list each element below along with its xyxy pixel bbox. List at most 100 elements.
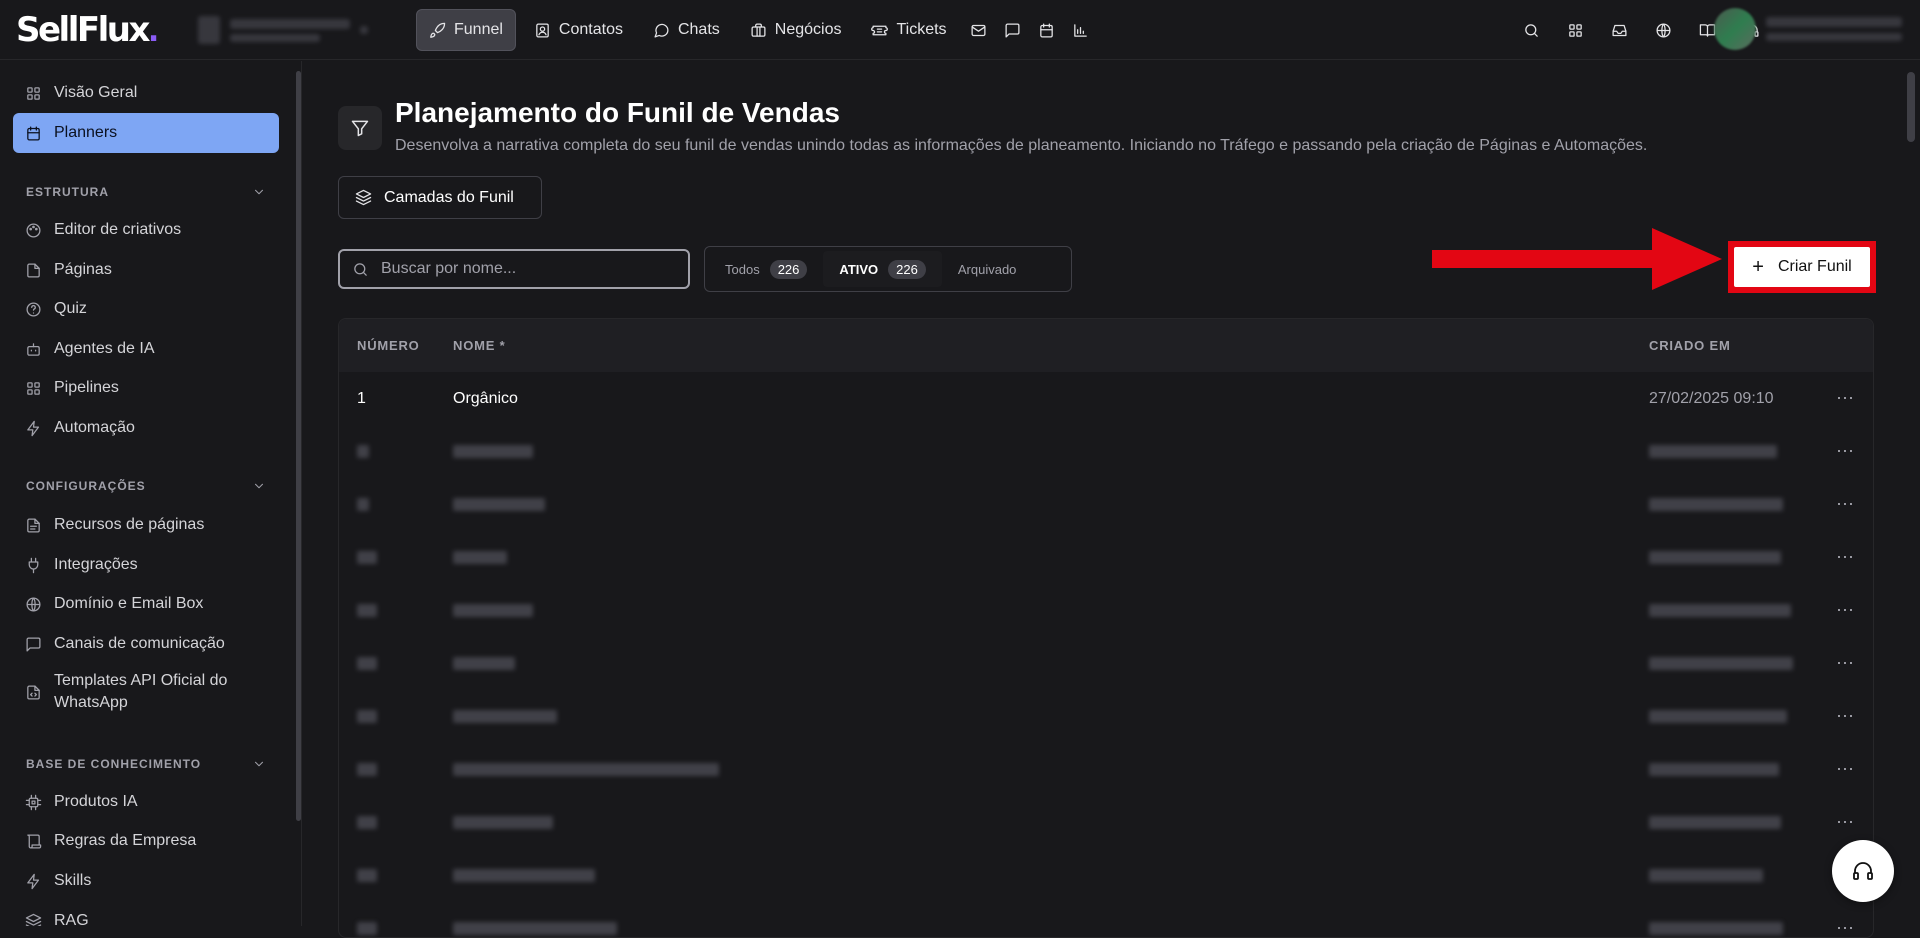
column-header-number[interactable]: NÚMERO bbox=[357, 338, 420, 353]
nav-funnel[interactable]: Funnel bbox=[416, 9, 516, 51]
nav-negocios-label: Negócios bbox=[774, 21, 842, 38]
nav-tickets[interactable]: Tickets bbox=[859, 9, 958, 51]
sidebar-item-skills[interactable]: Skills bbox=[13, 861, 279, 901]
sidebar-item-integracoes[interactable]: Integrações bbox=[13, 545, 279, 585]
section-title: CONFIGURAÇÕES bbox=[26, 479, 146, 493]
headset-icon bbox=[1853, 862, 1873, 880]
search-input[interactable] bbox=[381, 260, 671, 278]
table-row[interactable]: ⋯ bbox=[339, 637, 1873, 690]
camadas-funil-label: Camadas do Funil bbox=[384, 188, 514, 206]
apps-button[interactable] bbox=[1564, 15, 1586, 45]
more-icon[interactable]: ⋯ bbox=[1836, 706, 1855, 727]
red-arrow-annotation bbox=[1432, 228, 1722, 290]
sidebar-item-paginas[interactable]: Páginas bbox=[13, 250, 279, 290]
sidebar-item-quiz[interactable]: Quiz bbox=[13, 289, 279, 329]
sidebar-item-pipelines[interactable]: Pipelines bbox=[13, 368, 279, 408]
sidebar-item-label: Pipelines bbox=[54, 379, 119, 396]
main-scrollbar[interactable] bbox=[1907, 72, 1915, 142]
more-icon[interactable]: ⋯ bbox=[1836, 918, 1855, 937]
more-icon[interactable]: ⋯ bbox=[1836, 388, 1855, 409]
inbox-icon bbox=[1611, 24, 1627, 36]
bar-chart-icon bbox=[1074, 23, 1087, 37]
zap-icon bbox=[27, 873, 40, 889]
criar-funil-label: Criar Funil bbox=[1777, 258, 1852, 275]
more-icon[interactable]: ⋯ bbox=[1836, 600, 1855, 621]
sidebar-item-editor-criativos[interactable]: Editor de criativos bbox=[13, 210, 279, 250]
file-code-icon bbox=[27, 684, 40, 700]
table-row[interactable]: ⋯ bbox=[339, 478, 1873, 531]
nav-calendar[interactable] bbox=[1033, 9, 1061, 51]
filter-tab-arquivado[interactable]: Arquivado bbox=[942, 251, 1033, 287]
workspace-selector[interactable] bbox=[198, 13, 388, 47]
table-row[interactable]: ⋯ bbox=[339, 584, 1873, 637]
mail-icon bbox=[971, 24, 986, 36]
table-header: NÚMERO NOME * CRIADO EM bbox=[339, 319, 1873, 372]
sidebar-item-rag[interactable]: RAG bbox=[13, 901, 279, 926]
globe-icon bbox=[26, 596, 41, 612]
table-row[interactable]: ⋯ bbox=[339, 849, 1873, 902]
search-button[interactable] bbox=[1520, 15, 1542, 45]
sidebar-item-label: Templates API Oficial do WhatsApp bbox=[54, 672, 228, 711]
table-row[interactable]: ⋯ bbox=[339, 425, 1873, 478]
sidebar-item-regras-empresa[interactable]: Regras da Empresa bbox=[13, 821, 279, 861]
user-menu[interactable] bbox=[1714, 8, 1902, 50]
sidebar-item-planners[interactable]: Planners bbox=[13, 113, 279, 153]
support-chat-button[interactable] bbox=[1832, 840, 1894, 902]
more-icon[interactable]: ⋯ bbox=[1836, 759, 1855, 780]
more-icon[interactable]: ⋯ bbox=[1836, 547, 1855, 568]
section-title: BASE DE CONHECIMENTO bbox=[26, 757, 202, 771]
row-name[interactable]: Orgânico bbox=[453, 390, 518, 408]
table-row[interactable]: ⋯ bbox=[339, 796, 1873, 849]
table-row[interactable]: ⋯ bbox=[339, 690, 1873, 743]
calendar-icon bbox=[1040, 22, 1053, 38]
nav-mail[interactable] bbox=[965, 9, 993, 51]
more-icon[interactable]: ⋯ bbox=[1836, 653, 1855, 674]
sidebar-item-templates-whatsapp[interactable]: Templates API Oficial do WhatsApp bbox=[13, 666, 279, 718]
nav-contatos[interactable]: Contatos bbox=[522, 9, 635, 51]
nav-chats[interactable]: Chats bbox=[641, 9, 732, 51]
sidebar-scrollbar[interactable] bbox=[296, 71, 301, 821]
page-subtitle: Desenvolva a narrativa completa do seu f… bbox=[395, 137, 1648, 154]
sidebar-item-visao-geral[interactable]: Visão Geral bbox=[13, 73, 279, 113]
filter-tab-ativo[interactable]: ATIVO 226 bbox=[823, 251, 942, 287]
more-icon[interactable]: ⋯ bbox=[1836, 494, 1855, 515]
table-row[interactable]: 1 Orgânico 27/02/2025 09:10 ⋯ bbox=[339, 372, 1873, 425]
avatar[interactable] bbox=[1714, 8, 1756, 50]
nav-messages[interactable] bbox=[999, 9, 1027, 51]
sellflux-logo[interactable]: SellFlux. bbox=[16, 10, 159, 50]
sidebar-item-dominio-email[interactable]: Domínio e Email Box bbox=[13, 584, 279, 624]
camadas-funil-button[interactable]: Camadas do Funil bbox=[338, 176, 542, 219]
sidebar-item-canais-comunicacao[interactable]: Canais de comunicação bbox=[13, 624, 279, 664]
table-row[interactable]: ⋯ bbox=[339, 743, 1873, 796]
inbox-button[interactable] bbox=[1608, 15, 1630, 45]
message-icon bbox=[26, 636, 41, 652]
sidebar-item-recursos-paginas[interactable]: Recursos de páginas bbox=[13, 505, 279, 545]
column-header-created[interactable]: CRIADO EM bbox=[1649, 338, 1731, 353]
calendar-icon bbox=[27, 125, 40, 141]
sidebar-item-agentes-ia[interactable]: Agentes de IA bbox=[13, 329, 279, 369]
section-title: ESTRUTURA bbox=[26, 185, 109, 199]
zap-icon bbox=[27, 420, 40, 436]
section-configuracoes[interactable]: CONFIGURAÇÕES bbox=[26, 479, 266, 493]
nav-reports[interactable] bbox=[1067, 9, 1095, 51]
message-square-icon bbox=[1005, 22, 1020, 38]
filter-count-badge: 226 bbox=[888, 259, 926, 279]
sidebar-item-label: RAG bbox=[54, 912, 89, 926]
sidebar-item-produtos-ia[interactable]: Produtos IA bbox=[13, 782, 279, 822]
more-icon[interactable]: ⋯ bbox=[1836, 441, 1855, 462]
column-header-name[interactable]: NOME * bbox=[453, 338, 505, 353]
sidebar-item-label: Agentes de IA bbox=[54, 340, 155, 357]
filter-tab-todos[interactable]: Todos 226 bbox=[709, 251, 823, 287]
nav-negocios[interactable]: Negócios bbox=[738, 9, 854, 51]
criar-funil-button[interactable]: + Criar Funil bbox=[1734, 247, 1870, 287]
globe-button[interactable] bbox=[1652, 15, 1674, 45]
search-field[interactable] bbox=[338, 249, 690, 289]
section-estrutura[interactable]: ESTRUTURA bbox=[26, 185, 266, 199]
section-base-conhecimento[interactable]: BASE DE CONHECIMENTO bbox=[26, 757, 266, 771]
more-icon[interactable]: ⋯ bbox=[1836, 812, 1855, 833]
sidebar-item-label: Editor de criativos bbox=[54, 221, 182, 238]
table-row[interactable]: ⋯ bbox=[339, 531, 1873, 584]
sidebar-item-automacao[interactable]: Automação bbox=[13, 408, 279, 448]
table-row[interactable]: ⋯ bbox=[339, 902, 1873, 937]
status-filter-tabs: Todos 226 ATIVO 226 Arquivado bbox=[704, 246, 1072, 292]
